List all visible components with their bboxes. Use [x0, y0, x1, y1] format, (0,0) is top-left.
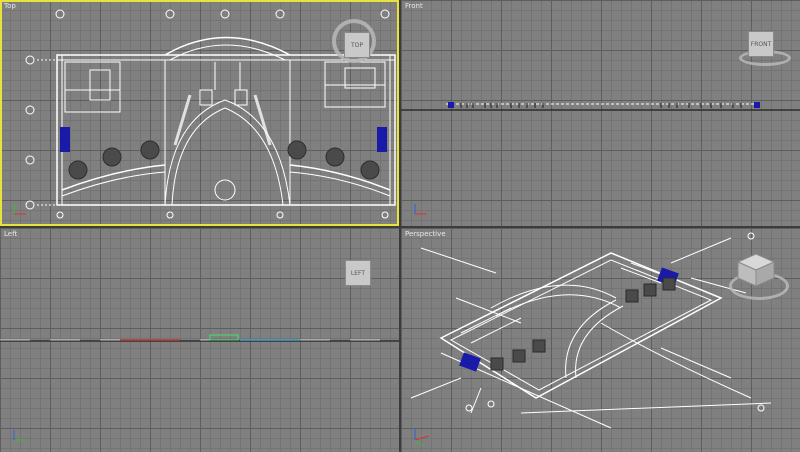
floorplan-front-view	[401, 102, 800, 215]
viewcube-label-top: TOP	[350, 41, 363, 49]
axis-tripod-front	[414, 204, 427, 215]
viewport-perspective[interactable]: Perspective	[401, 228, 800, 452]
selected-object-left[interactable]	[60, 127, 70, 152]
floorplan-left-view	[0, 334, 399, 441]
viewcube-left[interactable]: LEFT	[345, 260, 371, 286]
viewcube-label-left: LEFT	[350, 269, 366, 277]
viewcube-perspective[interactable]	[736, 252, 776, 288]
axis-tripod-top	[13, 204, 26, 215]
axis-tripod-left	[13, 430, 26, 441]
axis-tripod-perspective	[414, 428, 430, 447]
viewcube-label-front: FRONT	[750, 40, 772, 48]
viewcube-top[interactable]: TOP	[344, 32, 370, 58]
viewport-top[interactable]: Top TOP	[0, 0, 399, 226]
viewport-front[interactable]: Front FRONT	[401, 0, 800, 226]
viewcube-front[interactable]: FRONT	[748, 31, 774, 57]
viewport-left[interactable]: Left LEFT	[0, 228, 399, 452]
selected-object-right[interactable]	[377, 127, 387, 152]
